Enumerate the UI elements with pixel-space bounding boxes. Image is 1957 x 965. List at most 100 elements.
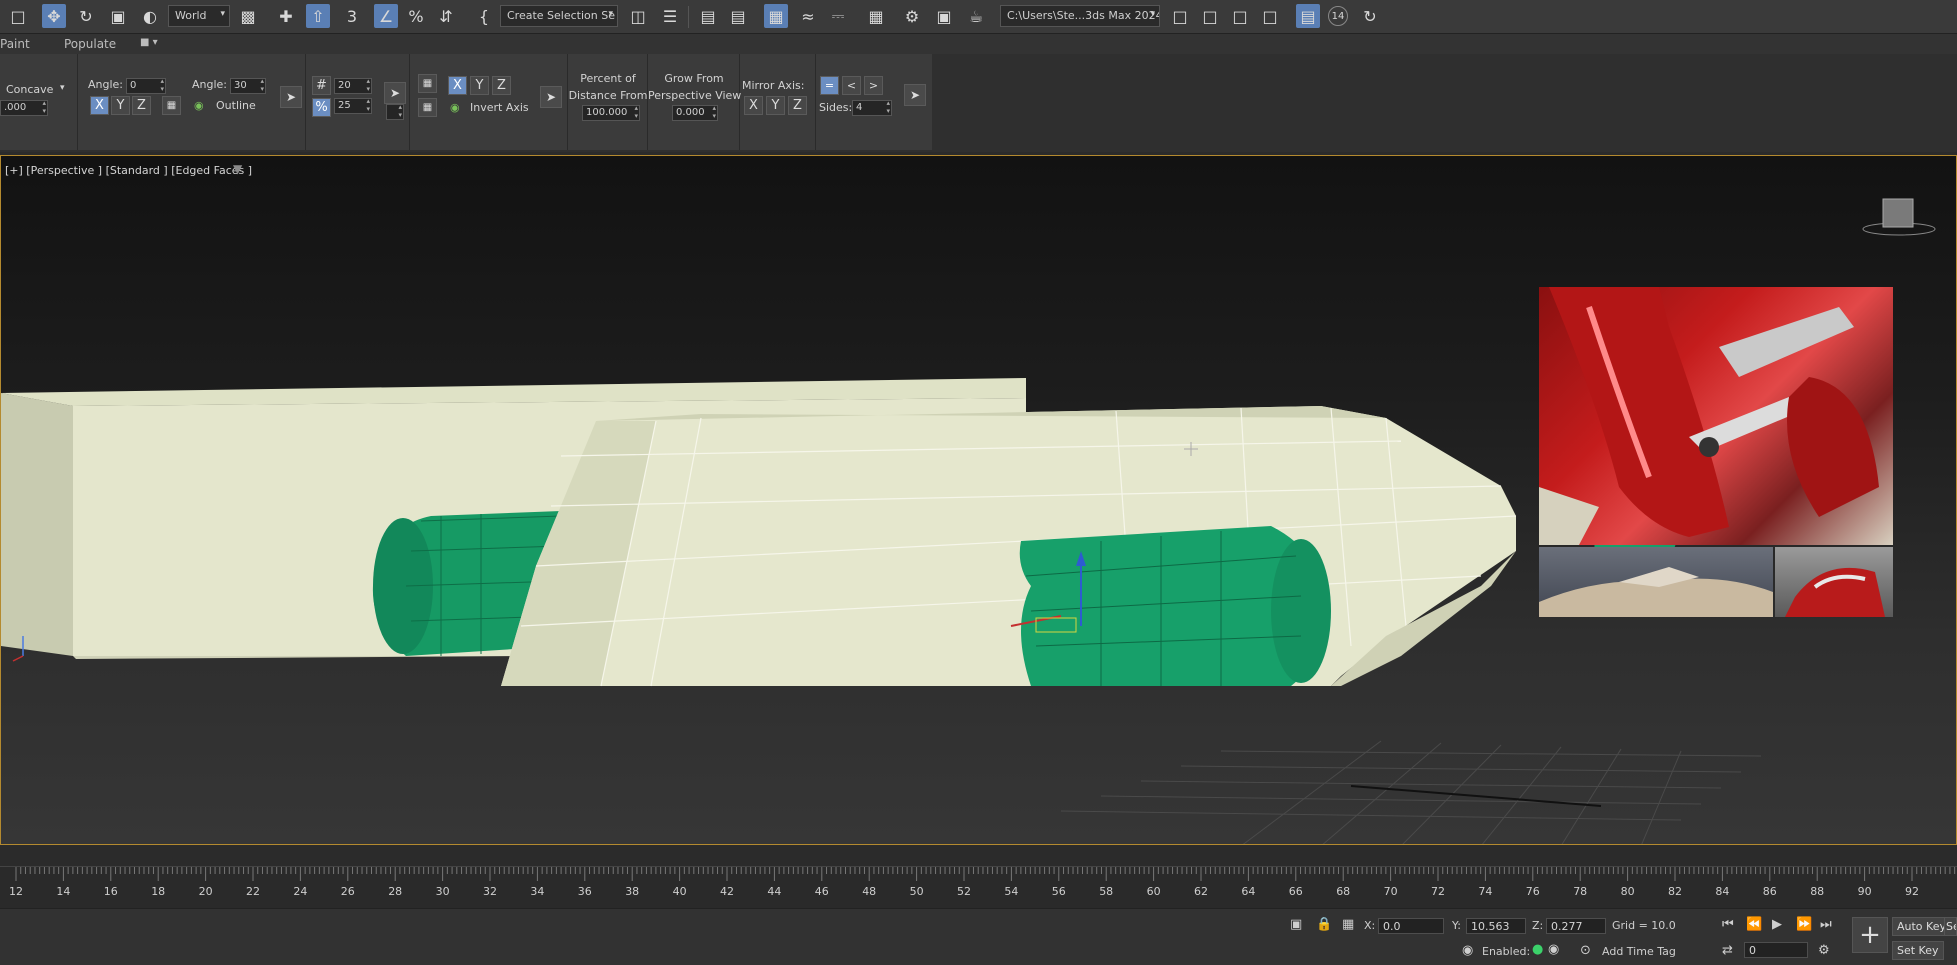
set-key-large-button[interactable]: + xyxy=(1852,917,1888,953)
named-selection-dropdown[interactable]: Create Selection Se ▾ xyxy=(500,5,618,27)
absolute-mode-icon[interactable]: ▦ xyxy=(1342,917,1354,932)
auto-key-button[interactable]: Auto Key xyxy=(1892,917,1951,936)
perspective-viewport[interactable]: [+] [Perspective ] [Standard ] [Edged Fa… xyxy=(0,155,1957,845)
grow-from-spinner[interactable]: 0.000 xyxy=(672,104,718,121)
selection-lock-icon[interactable]: 🔒 xyxy=(1316,917,1332,932)
timeline[interactable]: 12 14 16 18 20 22 24 26 28 30 32 34 36 38 40 42 44 46 48 50… xyxy=(0,866,1957,908)
local-axis-icon[interactable]: ▦ xyxy=(418,98,437,117)
select-manipulate-icon[interactable]: ✚ xyxy=(274,4,298,28)
enabled-toggle-icon[interactable]: ◉ xyxy=(1548,942,1559,957)
angle1-axis-x-button[interactable]: X xyxy=(90,96,109,115)
set-key-button[interactable]: Set Key xyxy=(1892,941,1944,960)
previous-frame-icon[interactable]: ⏪ xyxy=(1746,917,1762,932)
go-to-start-icon[interactable]: ⏮ xyxy=(1722,917,1734,932)
percent-snap-icon[interactable]: % xyxy=(404,4,428,28)
rendered-frame-window-icon[interactable]: ▣ xyxy=(932,4,956,28)
angle2-spinner[interactable]: 30 xyxy=(230,77,266,94)
front-hull-object[interactable] xyxy=(501,406,1517,687)
add-time-tag-label[interactable]: Add Time Tag xyxy=(1602,945,1676,958)
amount-pick-button[interactable]: ➤ xyxy=(384,82,406,104)
pivot-center-icon[interactable]: ▩ xyxy=(236,4,260,28)
current-frame-field[interactable]: 0 xyxy=(1744,942,1808,958)
angle1-axis-y-button[interactable]: Y xyxy=(111,96,130,115)
tab-paint[interactable]: Paint xyxy=(0,37,30,51)
sides-equal-button[interactable]: = xyxy=(820,76,839,95)
render-production-icon[interactable]: ☕ xyxy=(964,4,988,28)
x-coordinate-field[interactable]: 0.0 xyxy=(1378,918,1444,934)
next-frame-icon[interactable]: ⏩ xyxy=(1796,917,1812,932)
save-icon[interactable]: ▤ xyxy=(1296,4,1320,28)
isolate-selection-icon[interactable]: ▣ xyxy=(1290,917,1302,932)
time-configuration-icon[interactable]: ⚙ xyxy=(1818,943,1830,958)
z-coordinate-field[interactable]: 0.277 xyxy=(1546,918,1606,934)
mirror-icon[interactable]: ◫ xyxy=(626,4,650,28)
curve-editor-icon[interactable]: ≈ xyxy=(796,4,820,28)
grid-toggle-icon[interactable]: ▦ xyxy=(162,96,181,115)
project-folder-icon[interactable]: □ xyxy=(1168,4,1192,28)
play-icon[interactable]: ▶ xyxy=(1772,917,1782,932)
percent-spinner[interactable]: 25 xyxy=(334,97,372,114)
outline-icon[interactable]: ◉ xyxy=(194,99,204,112)
selected-filter-button[interactable]: Se xyxy=(1944,917,1957,936)
schematic-view-icon[interactable]: ⎓ xyxy=(826,4,850,28)
angle-pick-button[interactable]: ➤ xyxy=(280,86,302,108)
viewcube[interactable] xyxy=(1862,198,1936,236)
ribbon-toggle-icon[interactable]: ▦ xyxy=(764,4,788,28)
panel-menu-icon[interactable]: ■ ▾ xyxy=(140,37,158,48)
edit-named-selection-icon[interactable]: { xyxy=(472,4,496,28)
concave-spinner[interactable]: .000 xyxy=(0,99,48,116)
mirror-axis-z-button[interactable]: Z xyxy=(788,96,807,115)
rotate-icon[interactable]: ↻ xyxy=(74,4,98,28)
angle1-spinner[interactable]: 0 xyxy=(126,77,166,94)
layer-explorer-icon[interactable]: ▤ xyxy=(726,4,750,28)
scene-explorer-icon[interactable]: ▤ xyxy=(696,4,720,28)
time-tag-icon[interactable]: ⊙ xyxy=(1580,943,1591,958)
viewport-label[interactable]: [+] [Perspective ] [Standard ] [Edged Fa… xyxy=(5,164,252,177)
scale-icon[interactable]: ▣ xyxy=(106,4,130,28)
project-folder-3-icon[interactable]: □ xyxy=(1228,4,1252,28)
hash-icon[interactable]: # xyxy=(312,76,331,95)
adaptive-degradation-icon[interactable]: ◉ xyxy=(1462,943,1473,958)
axis-z-button[interactable]: Z xyxy=(492,76,511,95)
go-to-end-icon[interactable]: ⏭ xyxy=(1820,917,1832,932)
select-object-icon[interactable]: □ xyxy=(6,4,30,28)
axis-x-button[interactable]: X xyxy=(448,76,467,95)
sides-greater-button[interactable]: > xyxy=(864,76,883,95)
hash-spinner[interactable]: 20 xyxy=(334,77,372,94)
select-place-icon[interactable]: ◐ xyxy=(138,4,162,28)
percent-of-spinner[interactable]: 100.000 xyxy=(582,104,640,121)
key-mode-icon[interactable]: ⇄ xyxy=(1722,943,1733,958)
amount-mini-dropdown[interactable] xyxy=(386,103,404,120)
angle1-axis-z-button[interactable]: Z xyxy=(132,96,151,115)
grow-from-label-1: Grow From xyxy=(664,72,724,85)
sides-pick-button[interactable]: ➤ xyxy=(904,84,926,106)
sides-spinner[interactable]: 4 xyxy=(852,99,892,116)
mirror-axis-y-button[interactable]: Y xyxy=(766,96,785,115)
percent-icon[interactable]: % xyxy=(312,98,331,117)
material-editor-icon[interactable]: ▦ xyxy=(864,4,888,28)
sides-less-button[interactable]: < xyxy=(842,76,861,95)
project-folder-2-icon[interactable]: □ xyxy=(1198,4,1222,28)
move-icon[interactable]: ✥ xyxy=(42,4,66,28)
snaps-toggle-icon[interactable]: 3 xyxy=(340,4,364,28)
invert-axis-icon[interactable]: ◉ xyxy=(450,101,460,114)
project-path-dropdown[interactable]: C:\Users\Ste...3ds Max 2024 ▾ xyxy=(1000,5,1160,27)
angle-snap-icon[interactable]: ∠ xyxy=(374,4,398,28)
concave-dropdown-icon[interactable]: ▾ xyxy=(60,83,65,93)
align-icon[interactable]: ☰ xyxy=(658,4,682,28)
y-coordinate-field[interactable]: 10.563 xyxy=(1466,918,1526,934)
mirror-axis-x-button[interactable]: X xyxy=(744,96,763,115)
spinner-snap-icon[interactable]: ⇵ xyxy=(434,4,458,28)
viewport-axis-icon[interactable]: ▦ xyxy=(418,74,437,93)
reference-coord-dropdown[interactable]: World ▾ xyxy=(168,5,230,27)
viewport-filter-icon[interactable]: ▼ xyxy=(233,162,242,176)
project-folder-4-icon[interactable]: □ xyxy=(1258,4,1282,28)
render-setup-icon[interactable]: ⚙ xyxy=(900,4,924,28)
sync-icon[interactable]: ↻ xyxy=(1358,4,1382,28)
badge-count-icon[interactable]: 14 xyxy=(1328,6,1348,26)
front-green-cylinder-object[interactable] xyxy=(1019,526,1331,686)
keyboard-shortcut-override-icon[interactable]: ⇧ xyxy=(306,4,330,28)
axis-pick-button[interactable]: ➤ xyxy=(540,86,562,108)
tab-populate[interactable]: Populate xyxy=(64,37,116,51)
axis-y-button[interactable]: Y xyxy=(470,76,489,95)
